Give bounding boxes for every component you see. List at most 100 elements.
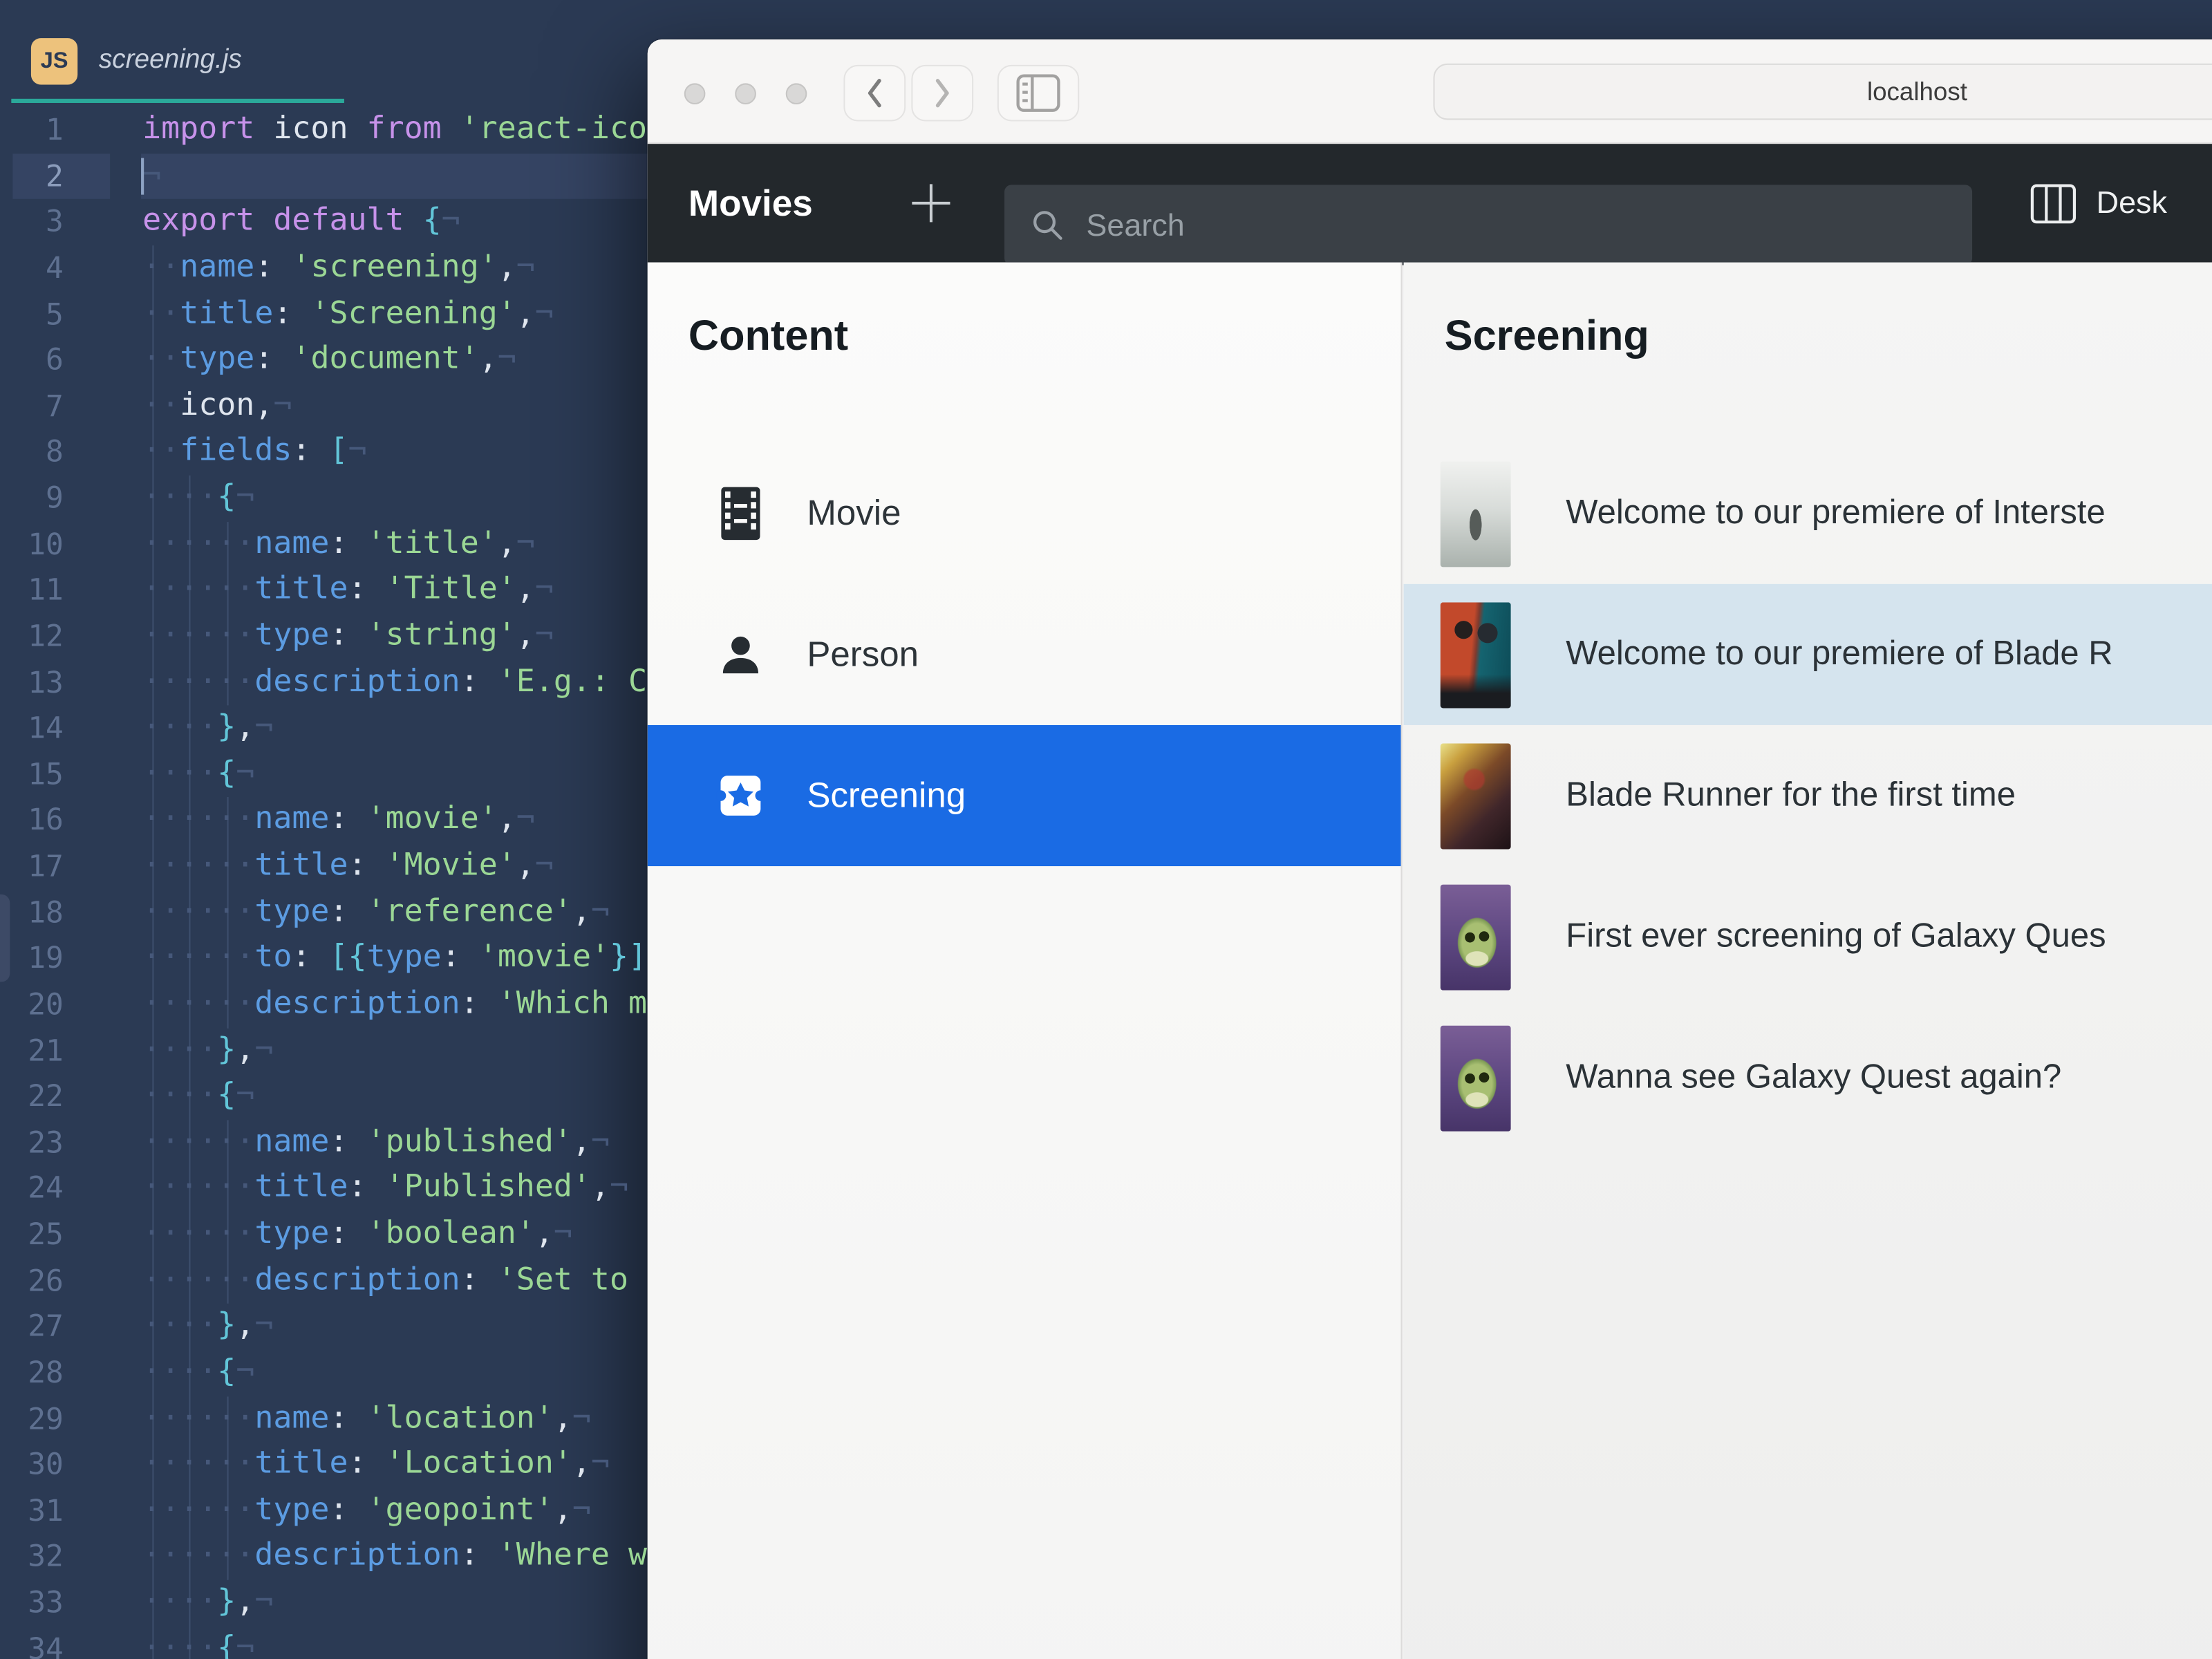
document-list-item[interactable]: Wanna see Galaxy Quest again? xyxy=(1404,1007,2212,1148)
code-text: ··type: 'document',¬ xyxy=(142,341,516,377)
line-number: 33 xyxy=(28,1585,64,1620)
sidebar-icon xyxy=(1016,74,1060,112)
code-text: ······description: 'E.g.: C xyxy=(142,664,648,700)
film-icon xyxy=(717,487,765,541)
document-pane-title: Screening xyxy=(1444,313,1649,360)
code-text: ······description: 'Where w xyxy=(142,1538,648,1574)
document-list-item[interactable]: First ever screening of Galaxy Ques xyxy=(1404,866,2212,1007)
line-number: 32 xyxy=(28,1539,64,1574)
code-text: ····},¬ xyxy=(142,709,274,745)
line-number: 2 xyxy=(46,158,64,193)
text-cursor xyxy=(141,157,144,196)
search-bar[interactable] xyxy=(1004,185,1973,265)
document-title: Welcome to our premiere of Interste xyxy=(1566,494,2106,532)
line-number: 23 xyxy=(28,1125,64,1160)
code-text: ····{¬ xyxy=(142,479,255,515)
code-text: ······title: 'Location',¬ xyxy=(142,1446,610,1482)
line-number: 4 xyxy=(46,251,64,285)
desk-label: Desk xyxy=(2096,185,2167,221)
code-text: ··icon,¬ xyxy=(142,387,292,423)
sidebar-item-label: Screening xyxy=(807,775,966,815)
sidebar-item-label: Movie xyxy=(807,493,901,533)
code-text: import icon from 'react-ico xyxy=(142,111,648,147)
window-close-button[interactable] xyxy=(683,82,705,104)
code-text: ····},¬ xyxy=(142,1584,274,1620)
line-number: 18 xyxy=(28,895,64,930)
code-text: ······name: 'movie',¬ xyxy=(142,801,535,837)
code-text: ··title: 'Screening',¬ xyxy=(142,295,554,331)
sidebar-item-label: Person xyxy=(807,634,919,674)
person-icon xyxy=(717,630,765,678)
document-title: Wanna see Galaxy Quest again? xyxy=(1566,1058,2062,1096)
line-number: 3 xyxy=(46,205,64,239)
line-number: 28 xyxy=(28,1355,64,1389)
document-list-item[interactable]: Welcome to our premiere of Blade R xyxy=(1403,583,2212,725)
line-number: 25 xyxy=(28,1217,64,1252)
studio-header: Movies Desk xyxy=(647,144,2212,265)
line-number: 24 xyxy=(28,1171,64,1206)
sidebar-item-person[interactable]: Person xyxy=(648,584,1401,725)
poster-thumbnail-br2049 xyxy=(1440,601,1511,708)
tab-filename: screening.js xyxy=(98,45,242,75)
line-number: 14 xyxy=(28,711,64,745)
line-number: 9 xyxy=(46,480,64,515)
code-text: ······title: 'Title',¬ xyxy=(142,572,554,608)
line-number: 12 xyxy=(28,619,64,653)
content-pane: Content Movie Person Screening xyxy=(647,262,1403,1659)
code-text: ······description: 'Set to xyxy=(142,1262,628,1297)
chevron-left-icon xyxy=(868,79,881,108)
window-zoom-button[interactable] xyxy=(785,82,807,104)
line-number: 1 xyxy=(46,113,64,147)
line-number: 26 xyxy=(28,1263,64,1297)
window-minimize-button[interactable] xyxy=(734,82,756,104)
chevron-right-icon xyxy=(935,79,949,108)
poster-thumbnail-galaxyquest xyxy=(1440,1024,1511,1131)
line-number: 6 xyxy=(46,343,64,377)
line-number: 15 xyxy=(28,757,64,791)
code-text: export default {¬ xyxy=(142,203,460,239)
code-text: ······type: 'boolean',¬ xyxy=(142,1216,572,1252)
code-text: ····{¬ xyxy=(142,1078,255,1114)
editor-tab-screening-js[interactable]: JS screening.js xyxy=(11,34,344,103)
desk-tool-button[interactable]: Desk xyxy=(2030,144,2167,262)
address-bar[interactable]: localhost xyxy=(1433,63,2212,120)
line-number: 30 xyxy=(28,1447,64,1482)
sidebar-item-movie[interactable]: Movie xyxy=(648,443,1401,584)
poster-thumbnail-galaxyquest xyxy=(1440,883,1511,990)
code-text: ······title: 'Movie',¬ xyxy=(142,847,554,883)
document-list-item[interactable]: Blade Runner for the first time xyxy=(1404,725,2212,866)
create-document-button[interactable] xyxy=(910,182,952,224)
columns-icon xyxy=(2030,183,2077,223)
code-text: ······type: 'geopoint',¬ xyxy=(142,1492,591,1528)
sidebar-toggle-button[interactable] xyxy=(997,64,1080,122)
line-number: 5 xyxy=(46,297,64,331)
workspace-title: Movies xyxy=(688,181,813,224)
line-number: 22 xyxy=(28,1079,64,1114)
code-text: ······description: 'Which m xyxy=(142,986,648,1022)
line-number: 31 xyxy=(28,1493,64,1528)
document-list-pane: Screening Welcome to our premiere of Int… xyxy=(1403,262,2212,1659)
active-tab-underline xyxy=(11,98,344,103)
line-number: 11 xyxy=(28,573,64,608)
forward-button[interactable] xyxy=(911,64,974,122)
line-number: 19 xyxy=(28,941,64,975)
line-number: 34 xyxy=(28,1631,64,1659)
line-number: 29 xyxy=(28,1401,64,1436)
sidebar-item-screening[interactable]: Screening xyxy=(647,724,1401,867)
code-text: ¬ xyxy=(142,157,162,193)
document-list-item[interactable]: Welcome to our premiere of Interste xyxy=(1404,443,2212,584)
poster-thumbnail-bladerunner xyxy=(1440,742,1511,849)
line-number: 20 xyxy=(28,987,64,1022)
line-number: 17 xyxy=(28,849,64,883)
line-number: 8 xyxy=(46,435,64,469)
document-title: Blade Runner for the first time xyxy=(1566,776,2016,814)
code-text: ··fields: [¬ xyxy=(142,433,367,469)
back-button[interactable] xyxy=(843,64,906,122)
code-text: ····{¬ xyxy=(142,1353,255,1389)
browser-chrome: localhost xyxy=(647,39,2212,144)
document-title: First ever screening of Galaxy Ques xyxy=(1566,917,2106,955)
line-number: 27 xyxy=(28,1309,64,1344)
line-number: 16 xyxy=(28,803,64,837)
desk-panes: Content Movie Person Screening Screening W… xyxy=(647,262,2212,1659)
search-input[interactable] xyxy=(1083,205,1880,245)
